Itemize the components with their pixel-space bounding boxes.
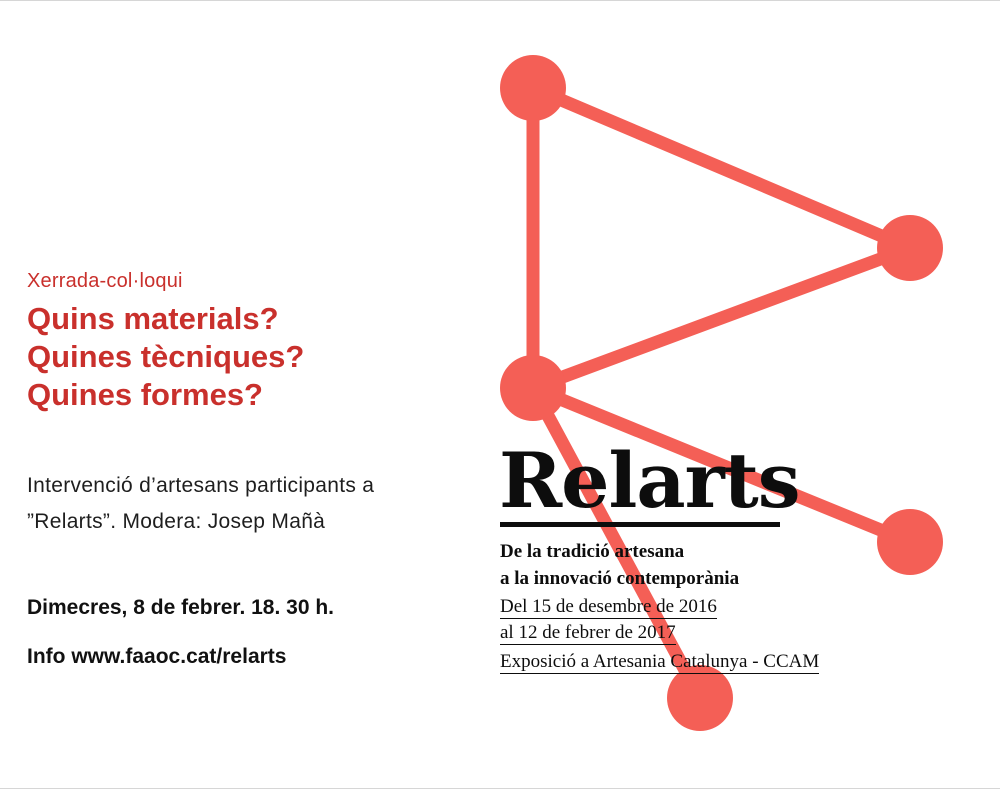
dates-line-1: Del 15 de desembre de 2016 bbox=[500, 596, 717, 619]
event-type-label: Xerrada-col·loqui bbox=[27, 270, 183, 292]
question-techniques: Quines tècniques? bbox=[27, 339, 305, 374]
event-date: Dimecres, 8 de febrer. 18. 30 h. bbox=[27, 596, 335, 619]
questions-heading: Quins materials? Quines tècniques? Quine… bbox=[27, 300, 304, 414]
graphic-node bbox=[500, 55, 566, 121]
subtitle-line-1: De la tradició artesana bbox=[500, 541, 685, 562]
brand-title: Relarts bbox=[499, 436, 801, 525]
dates-line-1-text: Del 15 de desembre de 2016 bbox=[500, 596, 717, 619]
bottom-border bbox=[0, 788, 1000, 789]
intro-text: Intervenció d’artesans participants a ”R… bbox=[27, 474, 375, 533]
dates-line-2-text: al 12 de febrer de 2017 bbox=[500, 622, 676, 645]
dates-line-2: al 12 de febrer de 2017 bbox=[500, 622, 676, 645]
graphic-edge bbox=[526, 241, 917, 395]
subtitle-line-2: a la innovació contemporània bbox=[500, 568, 740, 589]
venue-line: Exposició a Artesania Catalunya - CCAM bbox=[500, 651, 820, 674]
graphic-edge bbox=[526, 81, 917, 255]
info-link[interactable]: Info www.faaoc.cat/relarts bbox=[27, 645, 286, 669]
brand-divider bbox=[500, 522, 780, 527]
graphic-node bbox=[500, 355, 566, 421]
venue-text: Exposició a Artesania Catalunya - CCAM bbox=[500, 651, 820, 674]
graphic-node bbox=[877, 215, 943, 281]
graphic-node bbox=[667, 665, 733, 731]
question-materials: Quins materials? bbox=[27, 301, 279, 336]
question-forms: Quines formes? bbox=[27, 377, 263, 412]
graphic-node bbox=[877, 509, 943, 575]
